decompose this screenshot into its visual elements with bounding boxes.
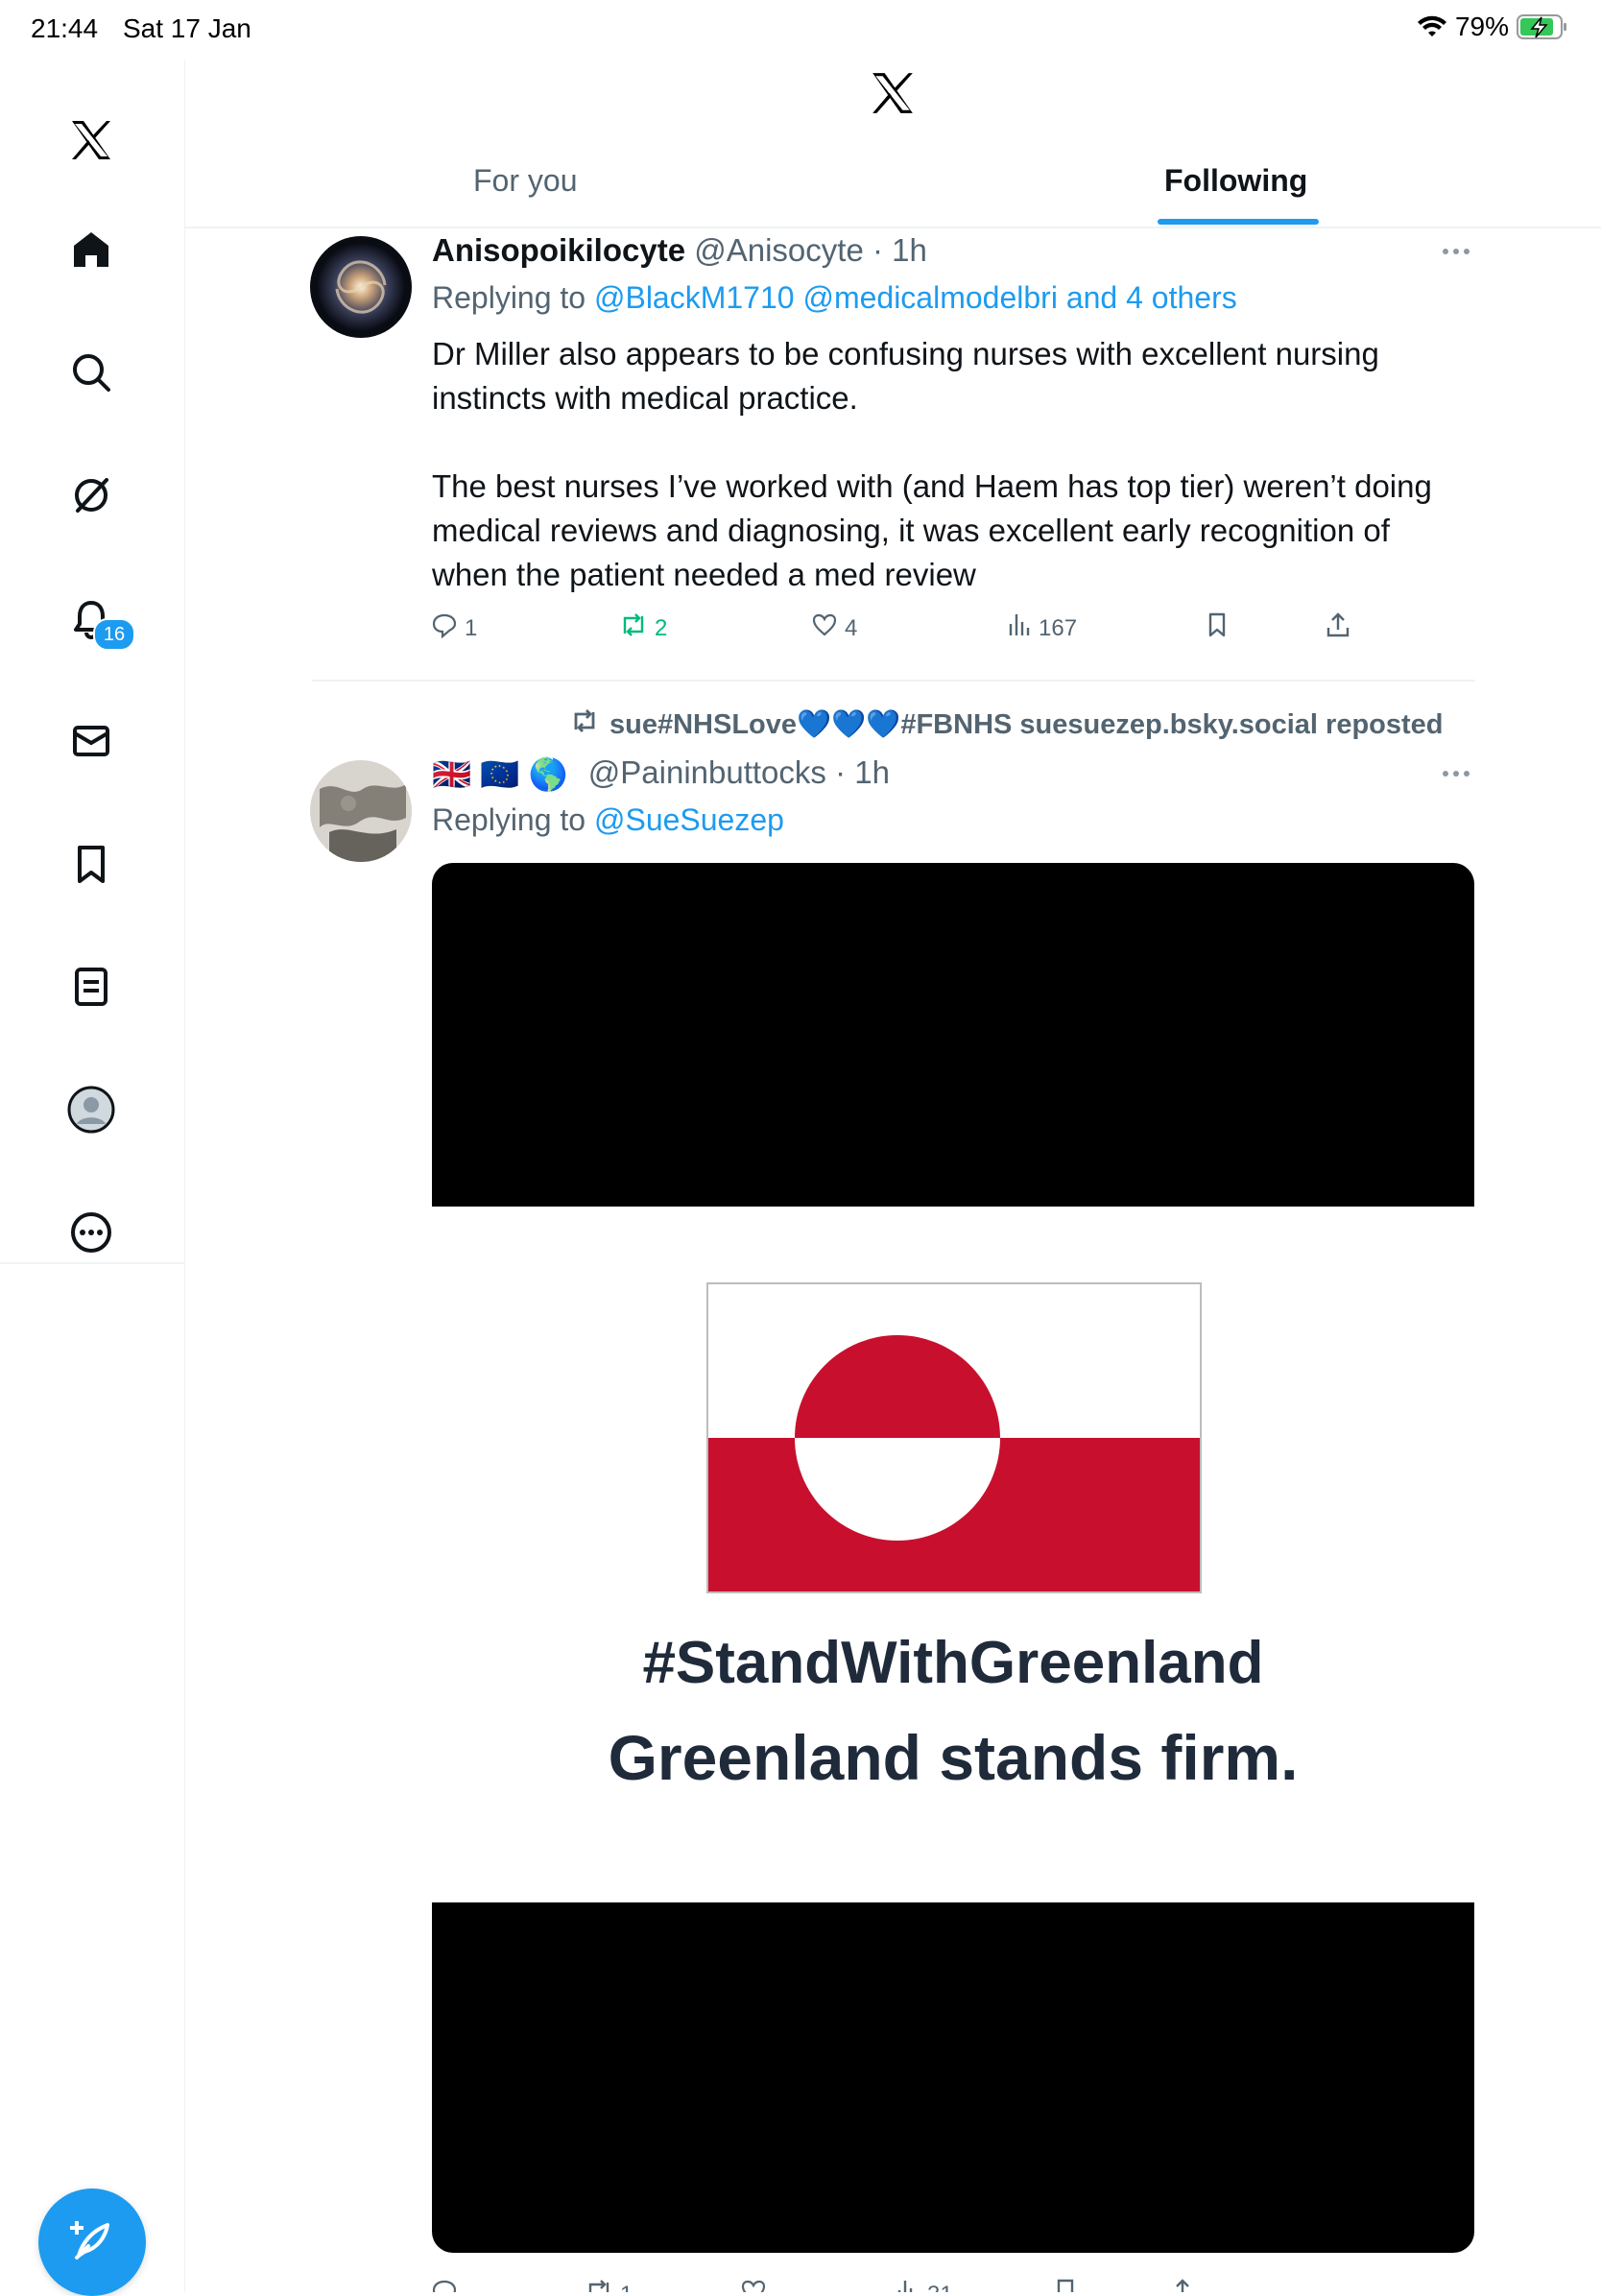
media-hashtag-text: #StandWithGreenland bbox=[642, 1630, 1264, 1696]
views-icon bbox=[1006, 610, 1033, 646]
tweet-paragraph: Dr Miller also appears to be confusing n… bbox=[432, 336, 1379, 416]
timestamp[interactable]: · 1h bbox=[835, 754, 890, 790]
compose-button[interactable] bbox=[38, 2188, 146, 2296]
repost-icon bbox=[584, 2277, 614, 2292]
tweet-text: Dr Miller also appears to be confusing n… bbox=[432, 332, 1469, 597]
replying-to: Replying to @BlackM1710 @medicalmodelbri… bbox=[432, 280, 1237, 316]
like-button[interactable] bbox=[739, 2277, 768, 2292]
repost-count: 1 bbox=[620, 2282, 633, 2293]
heart-icon bbox=[810, 610, 839, 646]
grok-icon[interactable] bbox=[60, 465, 122, 526]
tab-following[interactable]: Following bbox=[1164, 163, 1307, 199]
tweet-author-line: 🇬🇧 🇪🇺 🌎 @Paininbuttocks · 1h bbox=[432, 754, 890, 794]
media-content: #StandWithGreenland Greenland stands fir… bbox=[432, 1207, 1474, 1902]
tweet-actions: 1 2 4 167 bbox=[430, 610, 1543, 649]
tweet-actions: 1 31 bbox=[430, 2277, 1543, 2292]
replying-to-link[interactable]: @SueSuezep bbox=[594, 802, 784, 837]
battery-charging-icon bbox=[1517, 13, 1568, 40]
avatar[interactable] bbox=[310, 236, 412, 338]
active-tab-indicator bbox=[1158, 219, 1319, 225]
views-button[interactable]: 31 bbox=[895, 2277, 953, 2292]
views-count: 167 bbox=[1039, 614, 1078, 641]
status-bar: 21:44 Sat 17 Jan 79% bbox=[0, 0, 1601, 60]
bookmark-icon bbox=[1052, 2277, 1079, 2292]
replying-prefix: Replying to bbox=[432, 280, 586, 315]
replying-to-link[interactable]: @BlackM1710 @medicalmodelbri and 4 other… bbox=[594, 280, 1237, 315]
reply-icon bbox=[430, 2277, 459, 2292]
handle[interactable]: @Anisocyte bbox=[694, 232, 864, 268]
reply-button[interactable] bbox=[430, 2277, 459, 2292]
search-icon[interactable] bbox=[60, 342, 122, 403]
repost-icon bbox=[569, 706, 600, 743]
more-options-icon[interactable] bbox=[1443, 242, 1481, 261]
replying-prefix: Replying to bbox=[432, 802, 586, 837]
reply-count: 1 bbox=[465, 614, 478, 641]
avatar[interactable] bbox=[310, 760, 412, 862]
greenland-flag-icon bbox=[706, 1282, 1202, 1593]
repost-button[interactable]: 1 bbox=[584, 2277, 633, 2292]
notification-badge: 16 bbox=[93, 618, 135, 651]
status-right: 79% bbox=[1417, 12, 1568, 42]
share-icon bbox=[1169, 2277, 1196, 2292]
tweet-media-image[interactable]: #StandWithGreenland Greenland stands fir… bbox=[432, 863, 1474, 2253]
bookmark-button[interactable] bbox=[1052, 2277, 1079, 2292]
sidebar-divider bbox=[0, 1262, 184, 1264]
like-count: 4 bbox=[845, 614, 858, 641]
timeline-header: For you Following bbox=[185, 60, 1601, 228]
share-button[interactable] bbox=[1169, 2277, 1196, 2292]
more-circle-icon[interactable] bbox=[60, 1202, 122, 1263]
status-date: Sat 17 Jan bbox=[123, 13, 251, 43]
wifi-icon bbox=[1417, 15, 1447, 38]
bookmark-button[interactable] bbox=[1204, 610, 1231, 646]
tweet-divider bbox=[312, 680, 1475, 682]
status-time: 21:44 bbox=[31, 13, 99, 43]
display-name-flags[interactable]: 🇬🇧 🇪🇺 🌎 bbox=[432, 756, 568, 794]
share-button[interactable] bbox=[1325, 610, 1351, 646]
tweet-author-line: Anisopoikilocyte @Anisocyte · 1h bbox=[432, 232, 927, 269]
reply-button[interactable]: 1 bbox=[430, 610, 477, 646]
reposted-by-text: sue#NHSLove💙💙💙#FBNHS suesuezep.bsky.soci… bbox=[609, 709, 1444, 740]
home-icon[interactable] bbox=[60, 219, 122, 280]
bookmark-icon bbox=[1204, 610, 1231, 646]
like-button[interactable]: 4 bbox=[810, 610, 857, 646]
views-button[interactable]: 167 bbox=[1006, 610, 1077, 646]
display-name[interactable]: Anisopoikilocyte bbox=[432, 232, 685, 268]
list-icon[interactable] bbox=[60, 956, 122, 1017]
envelope-icon[interactable] bbox=[60, 710, 122, 772]
repost-button[interactable]: 2 bbox=[618, 610, 667, 646]
media-caption-text: Greenland stands firm. bbox=[608, 1722, 1299, 1793]
tweet[interactable]: Anisopoikilocyte @Anisocyte · 1h Replyin… bbox=[185, 227, 1601, 680]
bookmark-icon[interactable] bbox=[60, 833, 122, 895]
more-options-icon[interactable] bbox=[1443, 764, 1481, 783]
timestamp[interactable]: · 1h bbox=[872, 232, 927, 268]
views-icon bbox=[895, 2277, 921, 2292]
tab-for-you[interactable]: For you bbox=[473, 163, 577, 199]
reply-icon bbox=[430, 610, 459, 646]
views-count: 31 bbox=[927, 2282, 953, 2293]
replying-to: Replying to @SueSuezep bbox=[432, 802, 784, 838]
handle[interactable]: @Paininbuttocks bbox=[588, 754, 826, 790]
heart-icon bbox=[739, 2277, 768, 2292]
sidebar: 16 bbox=[0, 60, 185, 2296]
x-logo-icon[interactable] bbox=[60, 109, 122, 171]
avatar-icon[interactable] bbox=[60, 1079, 122, 1140]
repost-icon bbox=[618, 610, 649, 646]
compose-icon bbox=[65, 2213, 119, 2272]
x-logo-icon[interactable] bbox=[869, 69, 917, 122]
repost-count: 2 bbox=[655, 614, 668, 641]
reposted-by-line[interactable]: sue#NHSLove💙💙💙#FBNHS suesuezep.bsky.soci… bbox=[569, 706, 1444, 743]
battery-percent: 79% bbox=[1454, 12, 1509, 41]
tweet-paragraph: The best nurses I’ve worked with (and Ha… bbox=[432, 468, 1432, 592]
share-icon bbox=[1325, 610, 1351, 646]
